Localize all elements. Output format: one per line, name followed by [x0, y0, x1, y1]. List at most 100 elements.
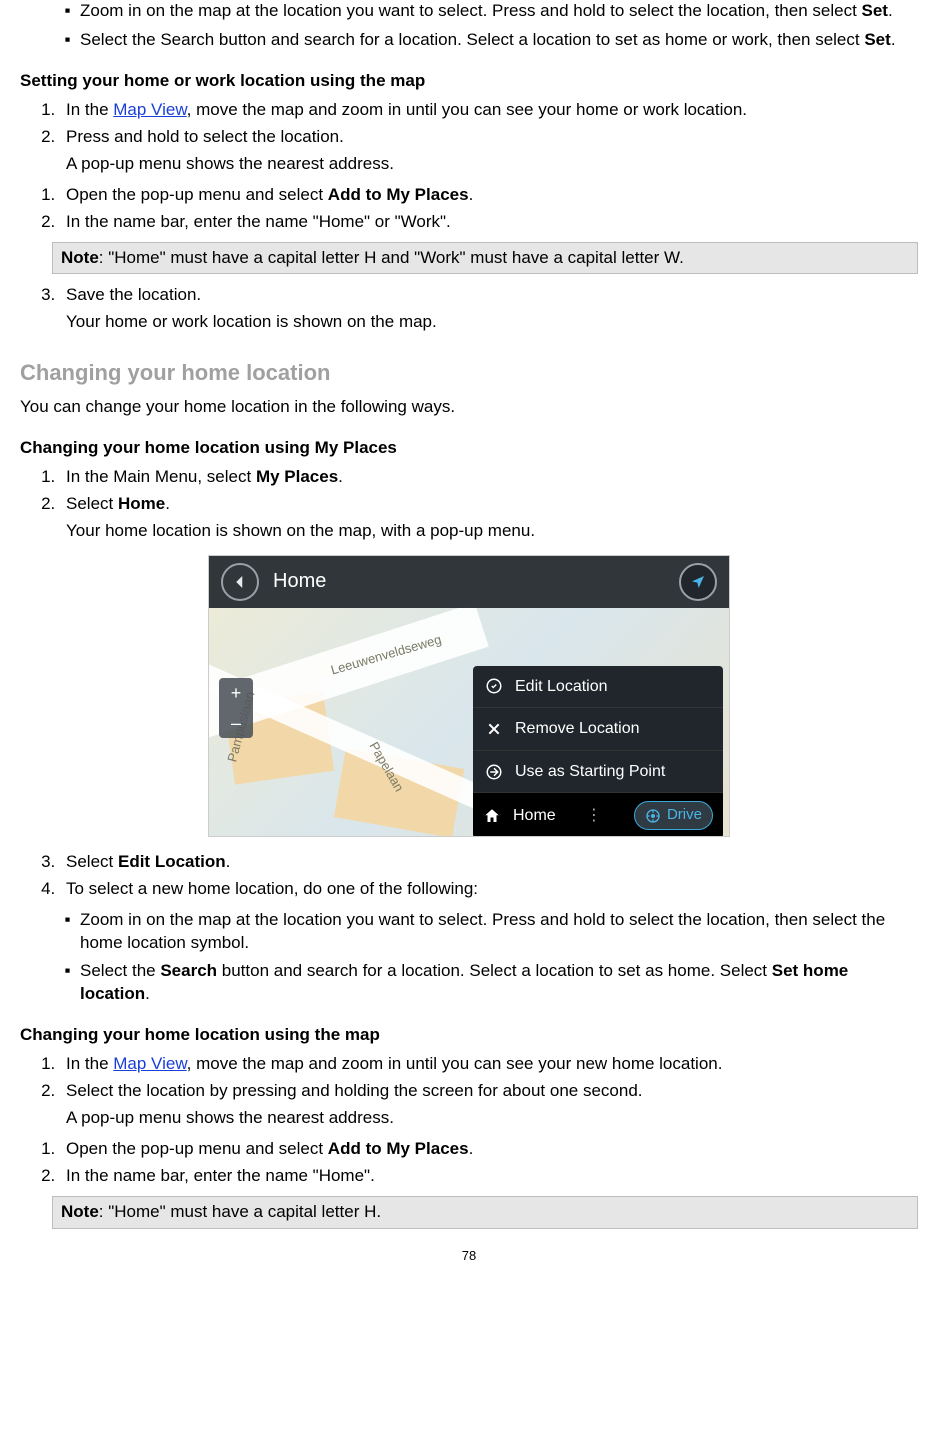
- text: Zoom in on the map at the location you w…: [80, 910, 885, 952]
- text: To select a new home location, do one of…: [66, 879, 478, 898]
- text: In the: [66, 1054, 113, 1073]
- text: .: [891, 30, 896, 49]
- page-number: 78: [20, 1247, 918, 1265]
- ordered-list: In the Map View, move the map and zoom i…: [20, 1053, 918, 1130]
- menu-label: Remove Location: [515, 718, 640, 740]
- text: .: [226, 852, 231, 871]
- text: .: [469, 185, 474, 204]
- text: Open the pop-up menu and select: [66, 185, 328, 204]
- ordered-list: In the Map View, move the map and zoom i…: [20, 99, 918, 176]
- sub-text: A pop-up menu shows the nearest address.: [66, 153, 918, 176]
- bold-text: Set: [862, 1, 888, 20]
- subheading: Setting your home or work location using…: [20, 70, 918, 93]
- text: In the: [66, 100, 113, 119]
- bold-text: Home: [118, 494, 165, 513]
- text: Select: [66, 852, 118, 871]
- bold-text: My Places: [256, 467, 338, 486]
- menu-remove-location[interactable]: Remove Location: [473, 708, 723, 751]
- bullet-item: Select the Search button and search for …: [80, 960, 918, 1006]
- list-item: In the Map View, move the map and zoom i…: [60, 1053, 918, 1076]
- text: .: [888, 1, 893, 20]
- zoom-control[interactable]: + –: [219, 678, 253, 738]
- text: , move the map and zoom in until you can…: [187, 1054, 723, 1073]
- close-icon: [485, 720, 503, 738]
- text: In the name bar, enter the name "Home".: [66, 1166, 375, 1185]
- intro-text: You can change your home location in the…: [20, 396, 918, 419]
- navigate-icon: [485, 763, 503, 781]
- intro-bullet-list: Zoom in on the map at the location you w…: [20, 0, 918, 52]
- text: .: [469, 1139, 474, 1158]
- drive-button[interactable]: Drive: [634, 801, 713, 829]
- note-text: : "Home" must have a capital letter H an…: [99, 248, 684, 267]
- list-item: To select a new home location, do one of…: [60, 878, 918, 901]
- menu-label: Home: [513, 805, 556, 827]
- note-text: : "Home" must have a capital letter H.: [99, 1202, 381, 1221]
- screenshot-title: Home: [273, 568, 326, 595]
- zoom-in-button[interactable]: +: [219, 678, 253, 708]
- ordered-list: In the Main Menu, select My Places. Sele…: [20, 466, 918, 543]
- context-menu: Edit Location Remove Location Use as Sta…: [473, 666, 723, 837]
- text: In the name bar, enter the name "Home" o…: [66, 212, 451, 231]
- list-item: In the name bar, enter the name "Home".: [60, 1165, 918, 1188]
- list-item: Select the location by pressing and hold…: [60, 1080, 918, 1130]
- more-icon[interactable]: ⋮: [586, 805, 604, 827]
- list-item: In the Main Menu, select My Places.: [60, 466, 918, 489]
- text: Select the Search button and search for …: [80, 30, 864, 49]
- map-canvas[interactable]: Leeuwenveldseweg Papelaan Pampuslaan + –…: [209, 608, 729, 836]
- bullet-item: Zoom in on the map at the location you w…: [80, 0, 918, 23]
- list-item: In the name bar, enter the name "Home" o…: [60, 211, 918, 234]
- section-title: Changing your home location: [20, 358, 918, 388]
- sub-text: Your home or work location is shown on t…: [66, 311, 918, 334]
- text: .: [338, 467, 343, 486]
- bold-text: Search: [160, 961, 217, 980]
- text: , move the map and zoom in until you can…: [187, 100, 747, 119]
- bullet-item: Select the Search button and search for …: [80, 29, 918, 52]
- text: Press and hold to select the location.: [66, 127, 344, 146]
- note-box: Note: "Home" must have a capital letter …: [52, 242, 918, 275]
- sub-text: Your home location is shown on the map, …: [66, 520, 918, 543]
- note-label: Note: [61, 248, 99, 267]
- bullet-list: Zoom in on the map at the location you w…: [20, 909, 918, 1007]
- ordered-list: Open the pop-up menu and select Add to M…: [20, 1138, 918, 1188]
- home-map-screenshot: Leeuwenveldseweg Papelaan Pampuslaan + –…: [208, 555, 730, 837]
- bullet-item: Zoom in on the map at the location you w…: [80, 909, 918, 955]
- map-view-link[interactable]: Map View: [113, 100, 186, 119]
- text: Select the location by pressing and hold…: [66, 1081, 643, 1100]
- zoom-out-button[interactable]: –: [219, 708, 253, 738]
- text: .: [145, 984, 150, 1003]
- list-item: Save the location. Your home or work loc…: [60, 284, 918, 334]
- bold-text: Add to My Places: [328, 1139, 469, 1158]
- text: button and search for a location. Select…: [217, 961, 772, 980]
- menu-edit-location[interactable]: Edit Location: [473, 666, 723, 709]
- screenshot-header: Home: [209, 556, 729, 608]
- drive-label: Drive: [667, 805, 702, 825]
- text: Zoom in on the map at the location you w…: [80, 1, 862, 20]
- text: Select the: [80, 961, 160, 980]
- list-item: Open the pop-up menu and select Add to M…: [60, 184, 918, 207]
- list-item: Open the pop-up menu and select Add to M…: [60, 1138, 918, 1161]
- text: Open the pop-up menu and select: [66, 1139, 328, 1158]
- list-item: Press and hold to select the location. A…: [60, 126, 918, 176]
- bold-text: Edit Location: [118, 852, 226, 871]
- ordered-list: Save the location. Your home or work loc…: [20, 284, 918, 334]
- location-button[interactable]: [679, 563, 717, 601]
- ordered-list: Open the pop-up menu and select Add to M…: [20, 184, 918, 234]
- note-label: Note: [61, 1202, 99, 1221]
- subheading: Changing your home location using the ma…: [20, 1024, 918, 1047]
- list-item: Select Edit Location.: [60, 851, 918, 874]
- list-item: Select Home. Your home location is shown…: [60, 493, 918, 543]
- menu-starting-point[interactable]: Use as Starting Point: [473, 751, 723, 794]
- text: .: [165, 494, 170, 513]
- text: Save the location.: [66, 285, 201, 304]
- text: Select: [66, 494, 118, 513]
- subheading: Changing your home location using My Pla…: [20, 437, 918, 460]
- sub-text: A pop-up menu shows the nearest address.: [66, 1107, 918, 1130]
- menu-home-row[interactable]: Home ⋮ Drive: [473, 793, 723, 836]
- menu-label: Use as Starting Point: [515, 761, 665, 783]
- bold-text: Add to My Places: [328, 185, 469, 204]
- bold-text: Set: [864, 30, 890, 49]
- text: In the Main Menu, select: [66, 467, 256, 486]
- map-view-link[interactable]: Map View: [113, 1054, 186, 1073]
- menu-label: Edit Location: [515, 676, 608, 698]
- back-button[interactable]: [221, 563, 259, 601]
